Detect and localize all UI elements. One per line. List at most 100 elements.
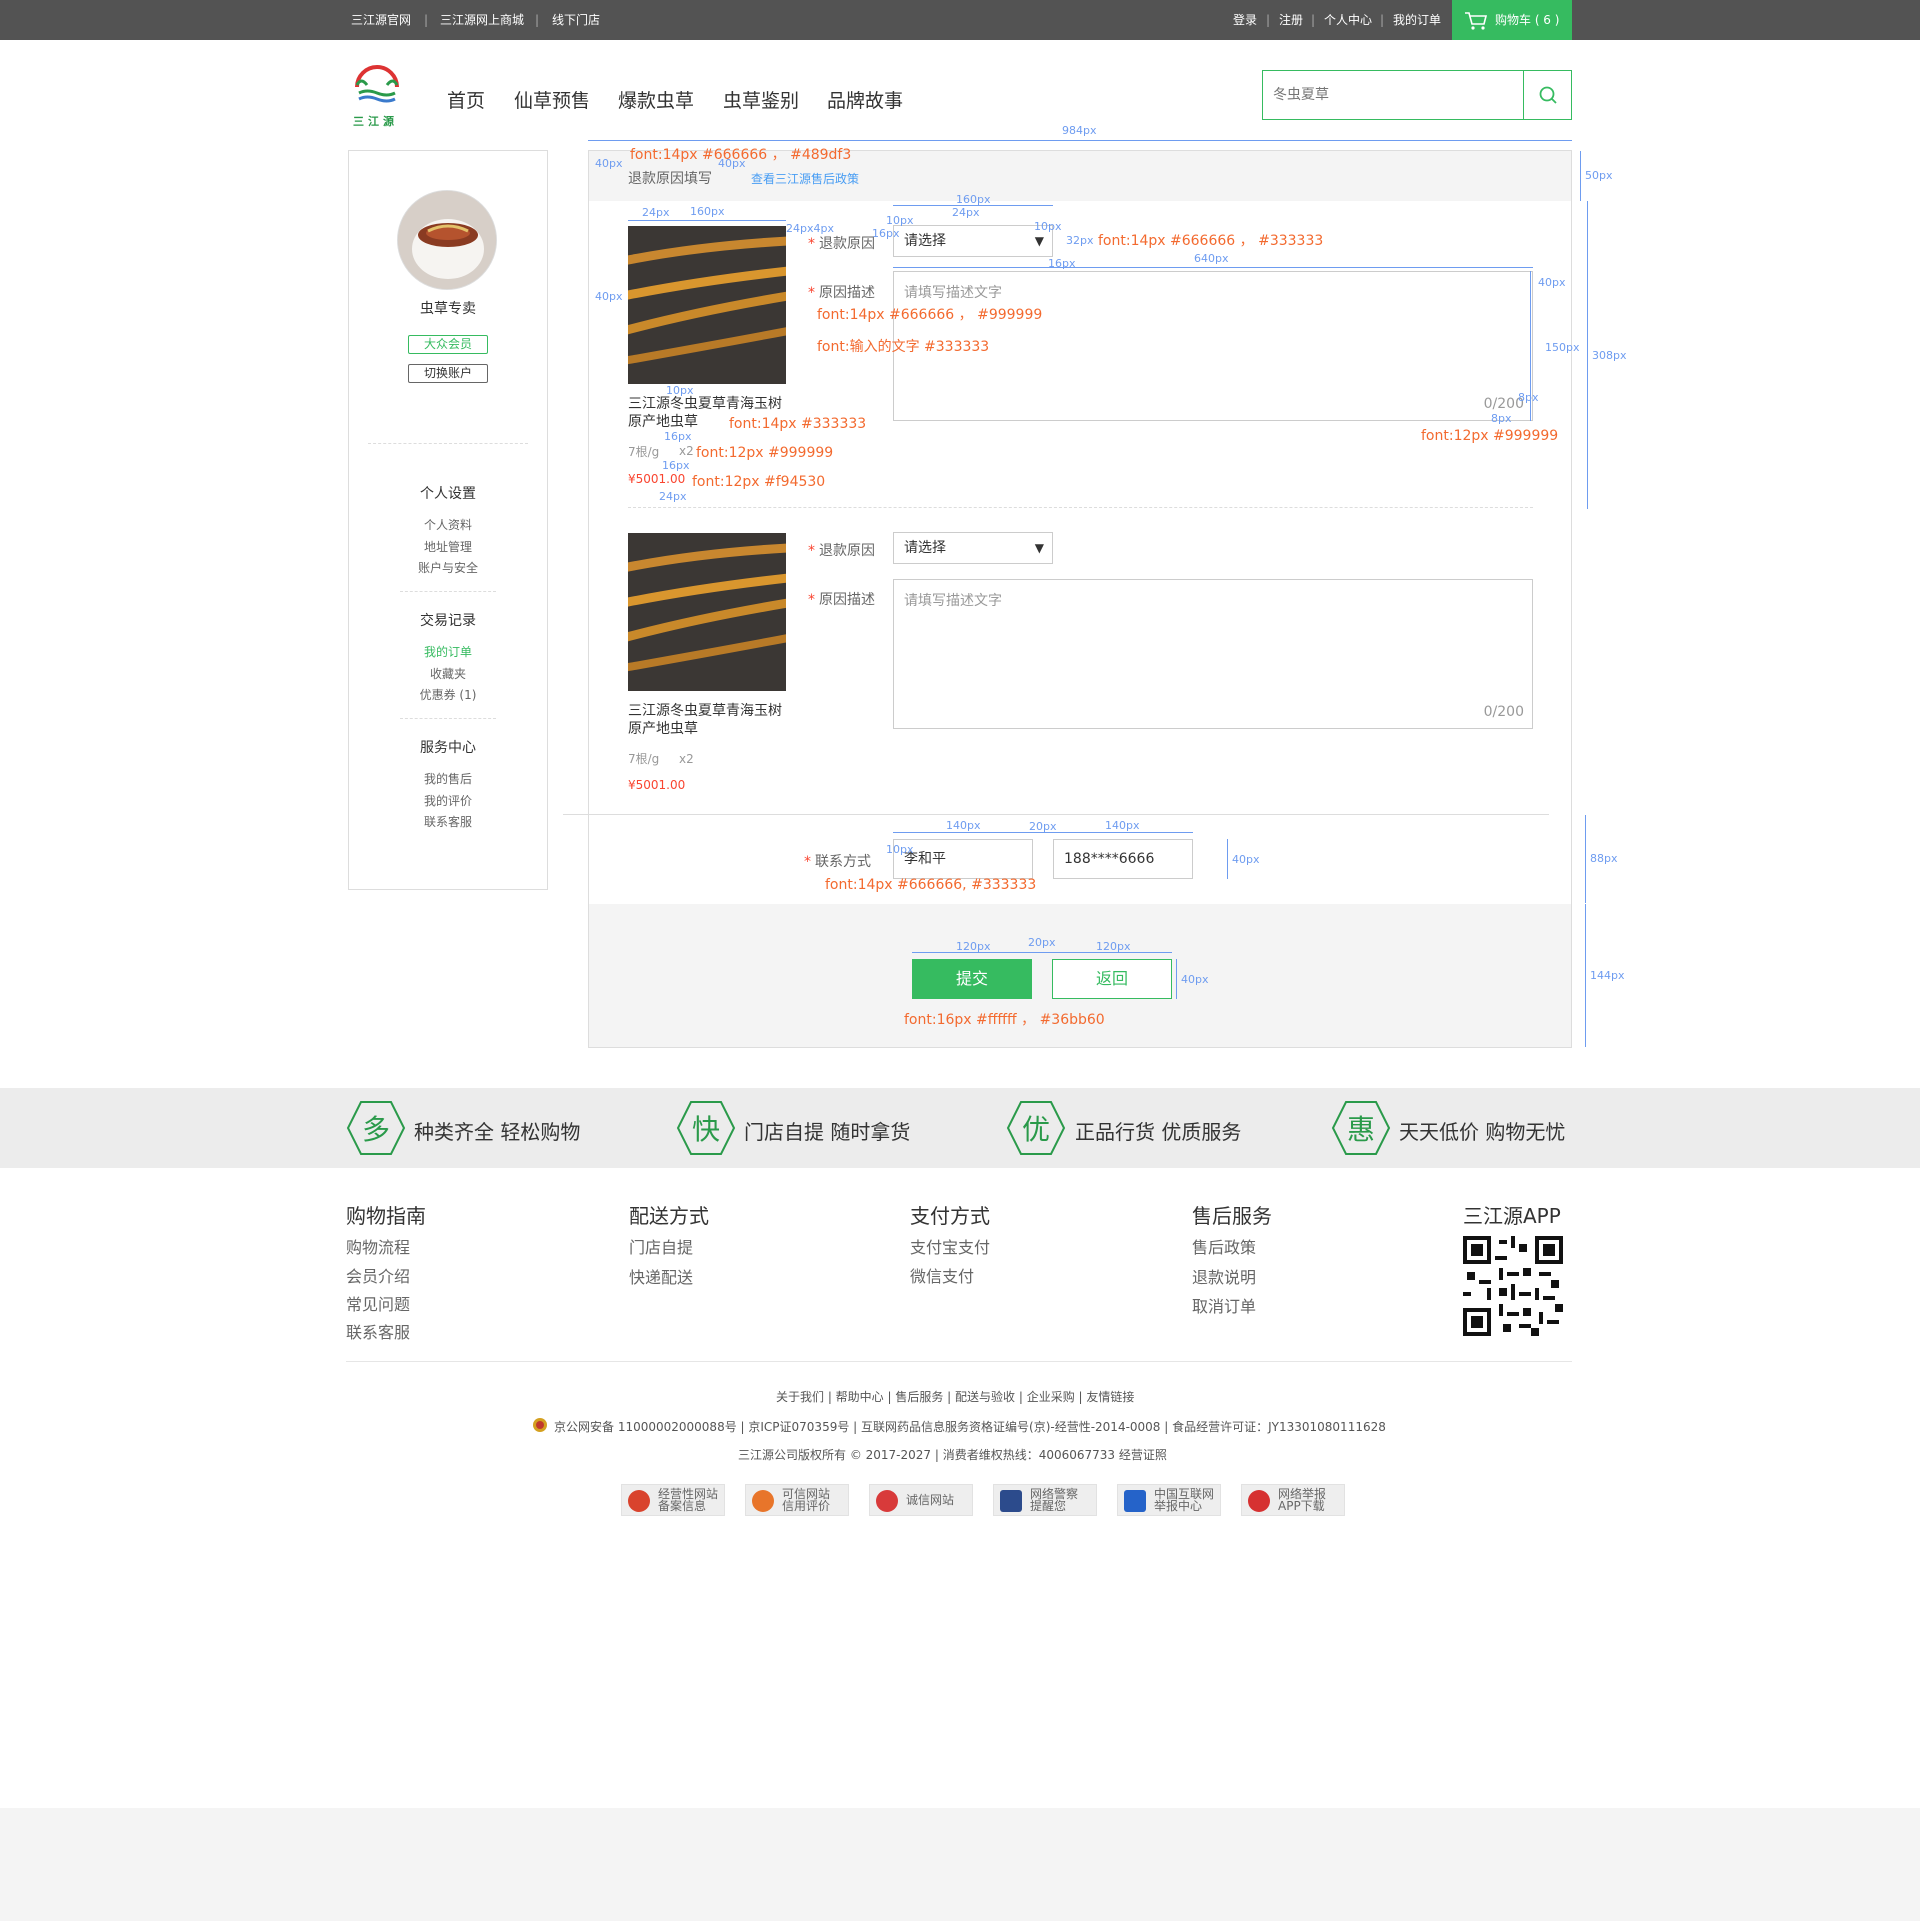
nav-hot-cordyceps[interactable]: 爆款虫草 bbox=[618, 86, 694, 113]
spec-annotation: font:12px #999999 bbox=[1421, 428, 1559, 444]
nav-home[interactable]: 首页 bbox=[447, 86, 485, 113]
dimension-label: 20px bbox=[1028, 936, 1056, 949]
offline-store-link[interactable]: 线下门店 bbox=[552, 13, 600, 27]
product-spec: 7根/g bbox=[628, 445, 660, 459]
brand-logo[interactable]: 三江源 bbox=[347, 63, 407, 128]
product-image[interactable] bbox=[628, 533, 786, 691]
product-name-line1: 三江源冬虫夏草青海玉树 bbox=[628, 703, 782, 719]
cordyceps-image bbox=[628, 533, 786, 691]
dimension-label: 32px bbox=[1066, 234, 1094, 247]
online-mall-link[interactable]: 三江源网上商城 bbox=[440, 13, 524, 27]
after-sales-policy-link[interactable]: 查看三江源售后政策 bbox=[751, 170, 859, 187]
member-badge: 大众会员 bbox=[408, 335, 488, 354]
cart-button[interactable]: 购物车 ( 6 ) bbox=[1452, 0, 1572, 40]
badge-icon bbox=[1124, 1490, 1146, 1512]
section-title-personal: 个人设置 bbox=[420, 486, 476, 502]
product-name-line1: 三江源冬虫夏草青海玉树 bbox=[628, 396, 782, 412]
logo-text: 三江源 bbox=[353, 115, 398, 128]
refund-reason-select[interactable]: 请选择 ▼ bbox=[893, 532, 1053, 564]
sidebar-item-favorites[interactable]: 收藏夹 bbox=[348, 665, 548, 682]
product-price: ¥5001.00 bbox=[628, 472, 686, 486]
footer-link[interactable]: 常见问题 bbox=[346, 1291, 410, 1315]
footer-link[interactable]: 取消订单 bbox=[1192, 1293, 1256, 1317]
promo-text: 种类齐全 轻松购物 bbox=[414, 1120, 581, 1144]
trust-badge[interactable]: 网络警察 提醒您 bbox=[993, 1484, 1097, 1516]
spec-annotation: font:14px #666666, #333333 bbox=[825, 877, 1037, 893]
qr-code-icon[interactable] bbox=[1463, 1236, 1563, 1336]
trust-badge[interactable]: 中国互联网 举报中心 bbox=[1117, 1484, 1221, 1516]
dimension-label: 120px bbox=[1096, 940, 1131, 953]
login-link[interactable]: 登录 bbox=[1233, 13, 1257, 27]
submit-button[interactable]: 提交 bbox=[912, 959, 1032, 999]
footer-link[interactable]: 退款说明 bbox=[1192, 1264, 1256, 1288]
footer-column-title: 售后服务 bbox=[1192, 1204, 1272, 1228]
sidebar-item-reviews[interactable]: 我的评价 bbox=[348, 792, 548, 809]
dimension-label: 20px bbox=[1029, 820, 1057, 833]
trust-badge[interactable]: 可信网站 信用评价 bbox=[745, 1484, 849, 1516]
search-input[interactable] bbox=[1263, 71, 1523, 119]
footer-link[interactable]: 购物流程 bbox=[346, 1234, 410, 1258]
section-title-trades: 交易记录 bbox=[420, 613, 476, 629]
avatar[interactable] bbox=[397, 190, 497, 290]
trust-badge[interactable]: 诚信网站 bbox=[869, 1484, 973, 1516]
spec-annotation: font:12px #f94530 bbox=[692, 474, 826, 490]
promo-text: 门店自提 随时拿货 bbox=[744, 1120, 911, 1144]
dimension-label: 40px bbox=[1181, 973, 1209, 986]
sidebar-item-contact[interactable]: 联系客服 bbox=[348, 813, 548, 830]
back-button[interactable]: 返回 bbox=[1052, 959, 1172, 999]
divider bbox=[368, 443, 528, 444]
register-link[interactable]: 注册 bbox=[1279, 13, 1303, 27]
sidebar-item-after-sales[interactable]: 我的售后 bbox=[348, 770, 548, 787]
footer-link[interactable]: 联系客服 bbox=[346, 1319, 410, 1343]
contact-name-input[interactable]: 李和平 bbox=[893, 839, 1033, 879]
sidebar-item-my-orders[interactable]: 我的订单 bbox=[348, 643, 548, 660]
dimension-label: 984px bbox=[1062, 124, 1097, 137]
user-center-link[interactable]: 个人中心 bbox=[1324, 13, 1372, 27]
sidebar-item-security[interactable]: 账户与安全 bbox=[348, 559, 548, 576]
nav-identification[interactable]: 虫草鉴别 bbox=[723, 86, 799, 113]
refund-reason-select[interactable]: 请选择 ▼ bbox=[893, 225, 1053, 257]
description-placeholder: 请填写描述文字 bbox=[904, 285, 1002, 301]
cart-label: 购物车 ( 6 ) bbox=[1495, 13, 1560, 27]
divider bbox=[400, 591, 496, 592]
spec-annotation: font:12px #999999 bbox=[696, 445, 834, 461]
footer-link[interactable]: 售后政策 bbox=[1192, 1234, 1256, 1258]
separator: | bbox=[1380, 13, 1385, 27]
footer-link[interactable]: 快递配送 bbox=[629, 1264, 693, 1288]
footer-column-title: 支付方式 bbox=[910, 1204, 990, 1228]
trust-badge[interactable]: 经营性网站 备案信息 bbox=[621, 1484, 725, 1516]
dimension-label: 40px bbox=[595, 157, 623, 170]
nav-presale[interactable]: 仙草预售 bbox=[514, 86, 590, 113]
dimension-label: 24px bbox=[659, 490, 687, 503]
search-box bbox=[1262, 70, 1572, 120]
official-site-link[interactable]: 三江源官网 bbox=[351, 13, 411, 27]
avatar-image bbox=[398, 191, 496, 289]
switch-account-button[interactable]: 切换账户 bbox=[408, 364, 488, 383]
footer-link[interactable]: 支付宝支付 bbox=[910, 1234, 990, 1258]
my-orders-link[interactable]: 我的订单 bbox=[1393, 13, 1441, 27]
promo-char: 多 bbox=[361, 1113, 390, 1146]
dimension-label: 8px bbox=[1491, 412, 1512, 425]
footer-link[interactable]: 微信支付 bbox=[910, 1263, 974, 1287]
product-image[interactable] bbox=[628, 226, 786, 384]
copyright-line: 三江源公司版权所有 © 2017-2027 | 消费者维权热线：40060677… bbox=[738, 1448, 1167, 1462]
footer-link[interactable]: 门店自提 bbox=[629, 1234, 693, 1258]
sidebar-item-address[interactable]: 地址管理 bbox=[348, 538, 548, 555]
description-textarea[interactable]: 请填写描述文字 0/200 bbox=[893, 579, 1533, 729]
dimension-label: 120px bbox=[956, 940, 991, 953]
dropdown-arrow-icon: ▼ bbox=[1034, 541, 1044, 555]
dimension-label: 16px bbox=[664, 430, 692, 443]
dimension-label: 16px bbox=[1048, 257, 1076, 270]
contact-phone-input[interactable]: 188****6666 bbox=[1053, 839, 1193, 879]
spec-annotation: font:14px #666666 ， #333333 bbox=[1098, 233, 1324, 249]
nav-brand-story[interactable]: 品牌故事 bbox=[827, 86, 903, 113]
sidebar-item-profile[interactable]: 个人资料 bbox=[348, 516, 548, 533]
product-price: ¥5001.00 bbox=[628, 778, 686, 792]
trust-badge[interactable]: 网络举报 APP下载 bbox=[1241, 1484, 1345, 1516]
sidebar-item-coupons[interactable]: 优惠券 (1) bbox=[348, 686, 548, 703]
search-button[interactable] bbox=[1523, 71, 1571, 119]
footer-bottom-links[interactable]: 关于我们 | 帮助中心 | 售后服务 | 配送与验收 | 企业采购 | 友情链接 bbox=[776, 1388, 1134, 1405]
footer-link[interactable]: 会员介绍 bbox=[346, 1263, 410, 1287]
dimension-label: 160px bbox=[690, 205, 725, 218]
promo-text: 正品行货 优质服务 bbox=[1075, 1120, 1242, 1144]
